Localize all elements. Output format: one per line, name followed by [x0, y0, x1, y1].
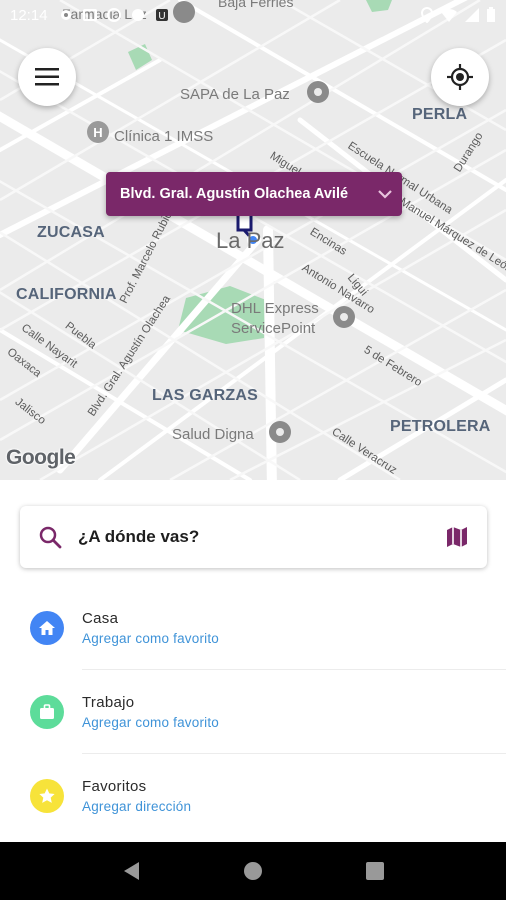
map-district-label: PERLA [412, 106, 468, 123]
signal-icon [465, 8, 479, 22]
back-triangle-icon [124, 862, 139, 880]
crosshair-location-icon [447, 64, 473, 90]
my-location-button[interactable] [431, 48, 489, 106]
google-attribution: Google [6, 446, 76, 469]
favorite-item-favoritos[interactable]: Favoritos Agregar dirección [0, 754, 506, 838]
map-view[interactable]: H PERLA ZUCASA CALIFORNIA LAS GARZAS PET… [0, 0, 506, 480]
map-icon [447, 527, 467, 547]
recents-square-icon [366, 862, 384, 880]
favorite-item-trabajo[interactable]: Trabajo Agregar como favorito [0, 670, 506, 754]
map-city-label: La Paz [216, 228, 285, 253]
map-district-label: ZUCASA [37, 224, 105, 241]
favorite-title: Trabajo [82, 694, 135, 711]
sync-icon [106, 8, 121, 22]
search-icon [39, 526, 62, 549]
map-poi-label[interactable]: ServicePoint [231, 320, 315, 337]
pickup-address-banner[interactable]: Blvd. Gral. Agustín Olachea Avilé [106, 172, 402, 216]
destination-search-box[interactable]: ¿A dónde vas? [20, 506, 487, 568]
chevron-down-icon [378, 189, 392, 199]
menu-button[interactable] [18, 48, 76, 106]
uber-icon: U [155, 9, 168, 22]
battery-icon [487, 7, 495, 22]
dot-icon [131, 9, 144, 21]
map-picker-button[interactable] [445, 525, 469, 549]
location-icon [420, 7, 434, 23]
map-poi-label[interactable]: SAPA de La Paz [180, 86, 290, 103]
pickup-address-text: Blvd. Gral. Agustín Olachea Avilé [120, 186, 349, 202]
favorite-title: Favoritos [82, 778, 147, 795]
wifi-icon [441, 8, 457, 22]
map-poi-label[interactable]: Clínica 1 IMSS [114, 128, 213, 145]
map-poi-label[interactable]: Salud Digna [172, 426, 254, 443]
favorite-item-casa[interactable]: Casa Agregar como favorito [0, 586, 506, 670]
add-address-link[interactable]: Agregar dirección [82, 799, 191, 814]
recents-button[interactable] [353, 849, 397, 893]
settings-icon [60, 10, 71, 20]
status-notification-icons: U [58, 7, 170, 23]
home-circle-icon [244, 862, 262, 880]
add-favorite-link[interactable]: Agregar como favorito [82, 715, 219, 730]
favorites-list: Casa Agregar como favorito Trabajo Agreg… [0, 586, 506, 838]
system-navigation-bar [0, 842, 506, 900]
briefcase-icon [30, 695, 64, 729]
cast-icon [82, 9, 97, 21]
svg-text:U: U [158, 11, 165, 22]
map-district-label: LAS GARZAS [152, 387, 258, 404]
home-icon [30, 611, 64, 645]
back-button[interactable] [109, 849, 153, 893]
bottom-sheet: ¿A dónde vas? Casa Agregar como favorito [0, 480, 506, 842]
map-poi-label[interactable]: DHL Express [231, 300, 319, 317]
add-favorite-link[interactable]: Agregar como favorito [82, 631, 219, 646]
map-district-label: CALIFORNIA [16, 286, 117, 303]
star-icon [30, 779, 64, 813]
status-system-icons [420, 7, 496, 23]
hamburger-menu-icon [35, 68, 59, 86]
status-time: 12:14 [10, 6, 48, 24]
status-bar: 12:14 U [0, 0, 506, 30]
destination-search-input[interactable]: ¿A dónde vas? [78, 527, 445, 547]
home-button[interactable] [231, 849, 275, 893]
svg-text:H: H [93, 125, 102, 140]
map-district-label: PETROLERA [390, 418, 491, 435]
favorite-title: Casa [82, 610, 119, 627]
